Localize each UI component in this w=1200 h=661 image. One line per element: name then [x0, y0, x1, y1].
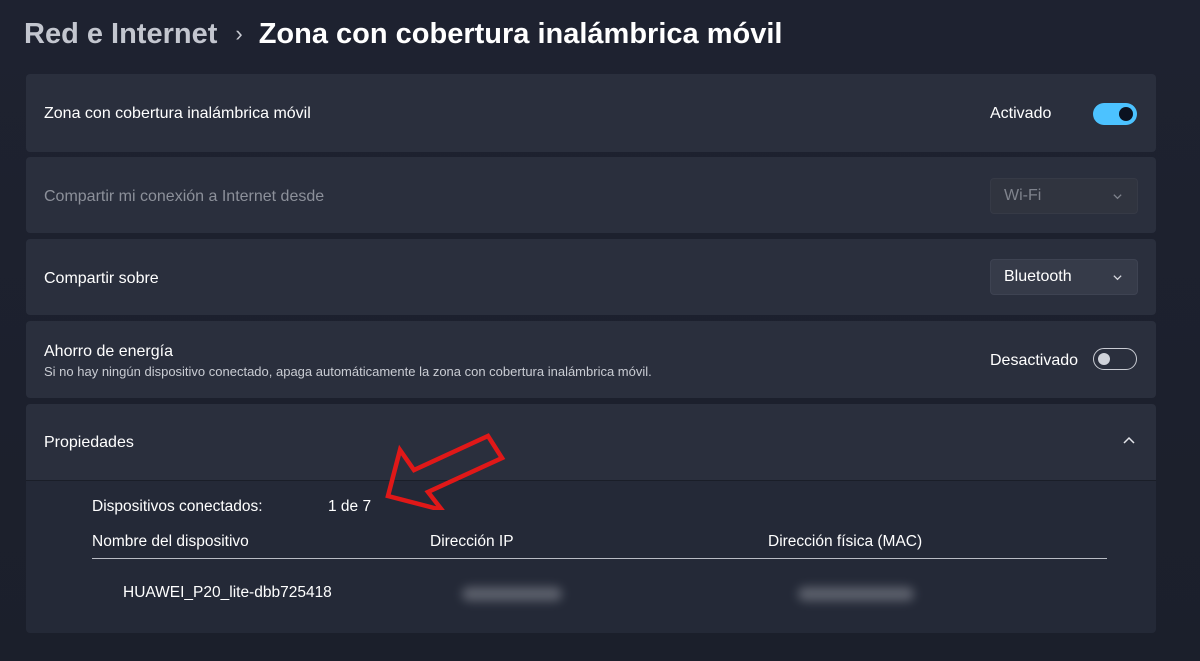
- page-title: Zona con cobertura inalámbrica móvil: [258, 17, 783, 50]
- column-header-ip: Dirección IP: [430, 533, 514, 550]
- power-saving-card: Ahorro de energía Si no hay ningún dispo…: [26, 321, 1156, 398]
- red-arrow-annotation: [385, 433, 506, 510]
- power-saving-title: Ahorro de energía: [44, 343, 173, 360]
- share-from-dropdown[interactable]: Wi-Fi: [990, 178, 1138, 214]
- properties-header[interactable]: Propiedades: [26, 404, 1156, 480]
- hotspot-label: Zona con cobertura inalámbrica móvil: [44, 105, 311, 122]
- share-from-card: Compartir mi conexión a Internet desde W…: [26, 157, 1156, 233]
- share-over-dropdown[interactable]: Bluetooth: [990, 259, 1138, 295]
- breadcrumb-separator-icon: ›: [235, 21, 243, 46]
- share-from-label: Compartir mi conexión a Internet desde: [44, 188, 325, 205]
- chevron-down-icon: [1113, 275, 1122, 281]
- toggle-knob: [1119, 107, 1133, 121]
- properties-card: Propiedades Dispositivos conectados: 1 d…: [26, 404, 1156, 633]
- share-over-label: Compartir sobre: [44, 270, 159, 287]
- toggle-knob: [1098, 352, 1110, 365]
- power-saving-description: Si no hay ningún dispositivo conectado, …: [44, 364, 652, 379]
- share-over-card: Compartir sobre Bluetooth: [26, 239, 1156, 315]
- hotspot-toggle[interactable]: [1093, 103, 1137, 125]
- power-saving-state-text: Desactivado: [990, 352, 1079, 369]
- device-name-cell: HUAWEI_P20_lite-dbb725418: [123, 584, 332, 601]
- connected-devices-label: Dispositivos conectados:: [92, 498, 263, 515]
- connected-devices-value: 1 de 7: [328, 498, 372, 515]
- table-divider: [92, 558, 1107, 559]
- share-from-value: Wi-Fi: [1004, 187, 1042, 204]
- column-header-device-name: Nombre del dispositivo: [92, 533, 249, 550]
- properties-content: Dispositivos conectados: 1 de 7 Nombre d…: [26, 480, 1156, 633]
- power-saving-toggle[interactable]: [1093, 348, 1137, 370]
- share-over-value: Bluetooth: [1004, 268, 1072, 285]
- hotspot-card: Zona con cobertura inalámbrica móvil Act…: [26, 74, 1156, 152]
- breadcrumb-parent-link[interactable]: Red e Internet: [24, 18, 217, 51]
- column-header-mac: Dirección física (MAC): [768, 533, 923, 550]
- breadcrumb: Red e Internet › Zona con cobertura inal…: [24, 12, 782, 56]
- hotspot-state-text: Activado: [990, 105, 1052, 122]
- chevron-down-icon: [1113, 194, 1122, 200]
- ip-address-blurred: [462, 587, 562, 601]
- mac-address-blurred: [798, 587, 914, 601]
- chevron-up-icon: [1123, 436, 1135, 444]
- properties-title: Propiedades: [44, 434, 134, 451]
